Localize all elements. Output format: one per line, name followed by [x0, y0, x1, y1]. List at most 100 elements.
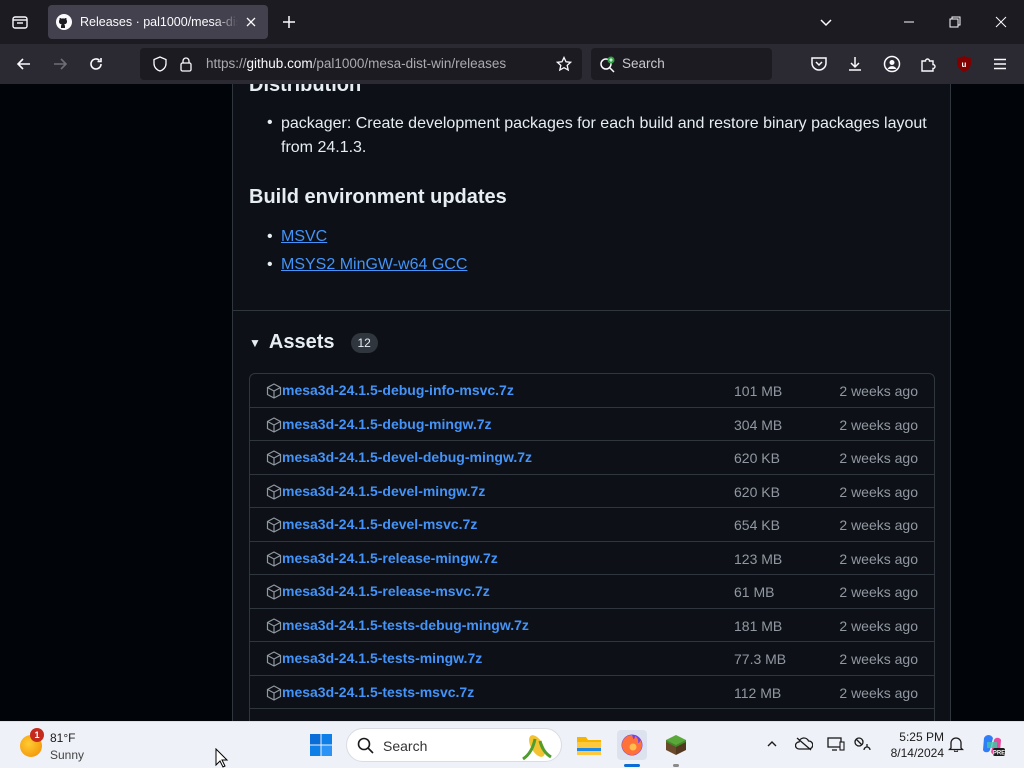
asset-size: 654 KB: [734, 517, 780, 533]
msys2-mingw-link[interactable]: MSYS2 MinGW-w64 GCC: [281, 256, 467, 274]
restore-icon: [949, 16, 961, 28]
asset-size: 101 MB: [734, 383, 783, 399]
section-divider: [233, 310, 950, 311]
downloads-button[interactable]: [843, 52, 867, 76]
app-menu-button[interactable]: [988, 52, 1012, 76]
web-search-placeholder: Search: [622, 56, 665, 71]
svg-text:PRE: PRE: [993, 751, 1005, 757]
bullet: •: [267, 228, 273, 245]
asset-link[interactable]: mesa3d-24.1.5-tests-mingw.7z: [282, 650, 482, 666]
weather-widget[interactable]: 1 81°F Sunny: [18, 728, 138, 764]
copilot-button[interactable]: PRE: [977, 730, 1007, 760]
window-close-button[interactable]: [989, 10, 1013, 34]
network-disconnected-icon: [854, 737, 871, 751]
monitor-icon: [827, 737, 845, 751]
minecraft-block-icon: [666, 735, 686, 755]
asset-link[interactable]: mesa3d-24.1.5-release-mingw.7z: [282, 550, 498, 566]
assets-label: Assets: [268, 331, 335, 353]
asset-row: mesa3d-24.1.5-debug-info-msvc.7z 101 MB …: [250, 374, 934, 408]
minecraft-taskbar-button[interactable]: [661, 730, 691, 760]
asset-row: mesa3d-24.1.5-release-mingw.7z 123 MB 2 …: [250, 542, 934, 575]
asset-link[interactable]: mesa3d-24.1.5-debug-info-msvc.7z: [282, 382, 514, 398]
forward-button[interactable]: [48, 52, 72, 76]
show-hidden-icons-button[interactable]: [762, 734, 782, 754]
network-status-button[interactable]: [852, 734, 872, 754]
onedrive-status-button[interactable]: [794, 734, 814, 754]
cloud-offline-icon: [795, 737, 813, 751]
browser-tab-bar: Releases · pal1000/mesa-dist-win: [0, 0, 1024, 44]
asset-link[interactable]: mesa3d-24.1.5-devel-mingw.7z: [282, 483, 485, 499]
asset-date: 2 weeks ago: [839, 584, 918, 600]
lock-icon[interactable]: [178, 56, 194, 72]
asset-row: mesa3d-24.1.5-tests-mingw.7z 77.3 MB 2 w…: [250, 642, 934, 676]
asset-row-partial: [250, 709, 934, 721]
file-explorer-button[interactable]: [574, 730, 604, 760]
package-icon: [266, 684, 282, 701]
address-bar[interactable]: https://github.com/pal1000/mesa-dist-win…: [140, 48, 582, 80]
folder-icon: [577, 737, 601, 755]
package-icon: [266, 383, 282, 399]
asset-date: 2 weeks ago: [839, 483, 918, 500]
asset-size: 61 MB: [734, 584, 775, 600]
web-search-box[interactable]: Search: [591, 48, 772, 80]
reload-button[interactable]: [84, 52, 108, 76]
weather-badge: 1: [30, 728, 44, 742]
minimize-button[interactable]: [897, 10, 921, 34]
restore-button[interactable]: [943, 10, 967, 34]
distribution-heading: Distribution: [249, 84, 362, 96]
package-icon: [266, 651, 282, 667]
back-button[interactable]: [12, 52, 36, 76]
shield-icon[interactable]: [152, 56, 168, 72]
tab-list-button[interactable]: [8, 10, 32, 34]
extensions-button[interactable]: [916, 52, 940, 76]
tab-close-button[interactable]: [242, 13, 260, 31]
triangle-down-icon: ▼: [249, 335, 261, 350]
system-clock[interactable]: 5:25 PM 8/14/2024: [878, 729, 944, 761]
clock-time: 5:25 PM: [899, 730, 944, 744]
asset-row: mesa3d-24.1.5-release-msvc.7z 61 MB 2 we…: [250, 575, 934, 609]
firefox-taskbar-button[interactable]: [617, 730, 647, 760]
asset-size: 620 KB: [734, 483, 780, 500]
url-text[interactable]: https://github.com/pal1000/mesa-dist-win…: [206, 56, 506, 71]
asset-size: 620 KB: [734, 450, 780, 466]
assets-toggle[interactable]: ▼ Assets 12: [249, 331, 378, 354]
search-icon: [357, 737, 374, 754]
arrow-left-icon: [16, 58, 30, 70]
hamburger-menu-icon: [994, 58, 1006, 70]
ublock-extension-button[interactable]: u: [952, 52, 976, 76]
asset-link[interactable]: mesa3d-24.1.5-release-msvc.7z: [282, 583, 490, 599]
taskbar-search-placeholder: Search: [383, 738, 428, 754]
asset-link[interactable]: mesa3d-24.1.5-devel-debug-mingw.7z: [282, 449, 532, 465]
web-page: Distribution • packager: Create developm…: [0, 84, 1024, 721]
pocket-button[interactable]: [807, 52, 831, 76]
notifications-button[interactable]: [946, 734, 966, 754]
bullet: •: [267, 256, 273, 273]
windows-taskbar: 1 81°F Sunny Search 5:25 PM 8/14/2024 PR…: [0, 721, 1024, 768]
account-icon: [883, 55, 901, 73]
close-icon: [246, 17, 256, 27]
firefox-running-indicator: [624, 764, 640, 767]
start-button[interactable]: [306, 730, 336, 760]
bell-icon: [948, 737, 964, 752]
list-all-tabs-button[interactable]: [814, 10, 838, 34]
download-icon: [849, 57, 861, 71]
asset-date: 2 weeks ago: [839, 550, 918, 567]
asset-date: 2 weeks ago: [839, 617, 918, 634]
account-button[interactable]: [880, 52, 904, 76]
asset-link[interactable]: mesa3d-24.1.5-tests-msvc.7z: [282, 684, 474, 700]
asset-row: mesa3d-24.1.5-tests-debug-mingw.7z 181 M…: [250, 609, 934, 642]
active-tab[interactable]: Releases · pal1000/mesa-dist-win: [48, 5, 268, 39]
new-tab-button[interactable]: [278, 11, 300, 33]
msvc-link[interactable]: MSVC: [281, 228, 327, 246]
asset-link[interactable]: mesa3d-24.1.5-tests-debug-mingw.7z: [282, 617, 529, 633]
display-status-button[interactable]: [826, 734, 846, 754]
weather-condition: Sunny: [50, 748, 85, 762]
bookmark-star-icon[interactable]: [556, 56, 572, 72]
package-icon: [266, 483, 282, 500]
asset-date: 2 weeks ago: [839, 416, 918, 433]
arrow-right-icon: [54, 58, 68, 70]
asset-link[interactable]: mesa3d-24.1.5-debug-mingw.7z: [282, 416, 492, 432]
url-host: github.com: [246, 56, 313, 71]
asset-link[interactable]: mesa3d-24.1.5-devel-msvc.7z: [282, 516, 477, 532]
taskbar-search-box[interactable]: Search: [346, 728, 562, 762]
